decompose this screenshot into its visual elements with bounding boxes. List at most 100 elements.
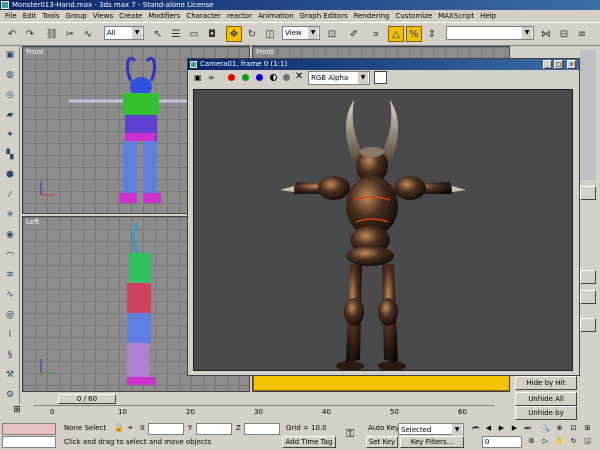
maximize-viewport-icon[interactable]: ◲: [582, 436, 593, 447]
command-panel-side-button[interactable]: [580, 318, 596, 332]
blue-channel-toggle[interactable]: [256, 74, 263, 81]
rect-selection-icon[interactable]: ▭: [186, 26, 202, 42]
undo-icon[interactable]: ↶: [4, 26, 20, 42]
set-key-button[interactable]: Set Key: [366, 436, 398, 448]
maxscript-output-field[interactable]: [2, 436, 56, 448]
pan-icon[interactable]: ✋: [554, 436, 565, 447]
menu-reactor[interactable]: reactor: [224, 12, 255, 20]
command-panel-side-button[interactable]: [580, 270, 596, 284]
bind-space-warp-icon[interactable]: ∿: [80, 26, 96, 42]
absolute-mode-icon[interactable]: ⌖: [128, 423, 133, 433]
unlink-icon[interactable]: ✂: [62, 26, 78, 42]
clear-icon[interactable]: ✕: [295, 71, 303, 82]
zoom-all-icon[interactable]: ⊕: [554, 423, 565, 434]
track-view-toggle-icon[interactable]: ⊞: [2, 405, 32, 419]
menu-edit[interactable]: Edit: [20, 12, 40, 20]
save-icon[interactable]: ▣: [194, 73, 202, 82]
viewport-right-label[interactable]: Front: [256, 48, 274, 56]
spacewarp-icon[interactable]: ≋: [3, 270, 17, 284]
menu-maxscript[interactable]: MAXScript: [435, 12, 477, 20]
menu-file[interactable]: File: [2, 12, 20, 20]
auto-key-label[interactable]: Auto Key: [368, 424, 399, 432]
next-frame-icon[interactable]: ▶: [509, 423, 520, 434]
time-slider[interactable]: 0 / 60: [20, 394, 512, 405]
twist-icon[interactable]: §: [3, 350, 17, 364]
x-coordinate-field[interactable]: [148, 423, 184, 435]
wand-icon[interactable]: ⁄: [3, 190, 17, 204]
mirror-icon[interactable]: ⋈: [538, 26, 554, 42]
bend-icon[interactable]: ⌇: [3, 330, 17, 344]
unhide-by-name-button[interactable]: Unhide by Name...: [515, 406, 577, 429]
select-rotate-icon[interactable]: ↻: [244, 26, 260, 42]
red-channel-toggle[interactable]: [228, 74, 235, 81]
spinner-snap-icon[interactable]: ⇕: [424, 26, 440, 42]
add-time-tag-button[interactable]: Add Time Tag: [282, 436, 336, 448]
channel-display-dropdown[interactable]: RGB Alpha: [308, 71, 370, 85]
bone-icon[interactable]: ⌒: [3, 250, 17, 264]
fov-icon[interactable]: ▷: [540, 436, 551, 447]
command-panel-side-button[interactable]: [580, 186, 596, 200]
clone-icon[interactable]: ∞: [208, 73, 215, 82]
zoom-extents-icon[interactable]: ⊡: [568, 423, 579, 434]
camera-icon[interactable]: ◉: [3, 230, 17, 244]
selection-filter-dropdown[interactable]: All: [104, 26, 144, 40]
window-crossing-icon[interactable]: ◘: [204, 26, 220, 42]
menu-animation[interactable]: Animation: [255, 12, 297, 20]
command-panel-scroll-area[interactable]: [580, 50, 596, 180]
torus-icon[interactable]: ◎: [3, 90, 17, 104]
snap-toggle-icon[interactable]: ∝: [368, 26, 384, 42]
plane-icon[interactable]: ▰: [3, 110, 17, 124]
menu-tools[interactable]: Tools: [39, 12, 62, 20]
select-link-icon[interactable]: ⛓: [44, 26, 60, 42]
y-coordinate-field[interactable]: [196, 423, 232, 435]
select-object-icon[interactable]: ↖: [150, 26, 166, 42]
angle-snap-icon[interactable]: △: [388, 26, 404, 42]
layer-manager-icon[interactable]: ≡: [574, 26, 590, 42]
wave-icon[interactable]: ∿: [3, 290, 17, 304]
color-swatch[interactable]: [374, 71, 387, 84]
minimize-button[interactable]: _: [543, 60, 552, 69]
zoom-extents-all-icon[interactable]: ⊞: [582, 423, 593, 434]
menu-help[interactable]: Help: [477, 12, 499, 20]
hammer-icon[interactable]: ⚒: [3, 370, 17, 384]
goto-start-icon[interactable]: ⏮: [470, 423, 481, 434]
monochrome-toggle[interactable]: [283, 74, 290, 81]
command-panel-side-button[interactable]: [580, 290, 596, 304]
menu-customize[interactable]: Customize: [392, 12, 435, 20]
align-icon[interactable]: ⊟: [556, 26, 572, 42]
prev-frame-icon[interactable]: ◀: [483, 423, 494, 434]
select-manipulate-icon[interactable]: ✐: [346, 26, 362, 42]
maximize-button[interactable]: □: [554, 60, 563, 69]
menu-group[interactable]: Group: [63, 12, 90, 20]
time-config-icon[interactable]: ⚙: [526, 436, 537, 447]
z-coordinate-field[interactable]: [244, 423, 280, 435]
redo-icon[interactable]: ↷: [22, 26, 38, 42]
select-scale-icon[interactable]: ◫: [262, 26, 278, 42]
create-box-icon[interactable]: ▣: [3, 50, 17, 64]
coord-system-dropdown[interactable]: View: [282, 26, 320, 40]
green-channel-toggle[interactable]: [242, 74, 249, 81]
track-bar[interactable]: 0 10 20 30 40 50 60: [34, 405, 494, 421]
select-by-name-icon[interactable]: ☰: [168, 26, 184, 42]
time-slider-thumb[interactable]: 0 / 60: [58, 394, 116, 404]
unhide-all-button[interactable]: Unhide All: [515, 392, 577, 406]
close-button[interactable]: ×: [567, 60, 576, 69]
zoom-icon[interactable]: 🔍: [540, 423, 551, 434]
star-icon[interactable]: ✦: [3, 130, 17, 144]
helper-icon[interactable]: ⬢: [3, 170, 17, 184]
utility-icon[interactable]: ⚙: [3, 390, 17, 404]
percent-snap-icon[interactable]: %: [406, 26, 422, 42]
lock-selection-icon[interactable]: 🔒: [114, 423, 124, 432]
menu-modifiers[interactable]: Modifiers: [145, 12, 183, 20]
cylinder-icon[interactable]: ◍: [3, 70, 17, 84]
checker-icon[interactable]: ▚: [3, 150, 17, 164]
menu-create[interactable]: Create: [116, 12, 145, 20]
menu-rendering[interactable]: Rendering: [351, 12, 393, 20]
menu-views[interactable]: Views: [90, 12, 116, 20]
hide-by-hit-button[interactable]: Hide by Hit: [515, 376, 577, 390]
spiral-icon[interactable]: @: [3, 310, 17, 324]
light-icon[interactable]: ✳: [3, 210, 17, 224]
named-selection-dropdown[interactable]: [446, 26, 534, 40]
current-frame-field[interactable]: 0: [482, 436, 522, 448]
maxscript-listener-field[interactable]: [2, 423, 56, 435]
